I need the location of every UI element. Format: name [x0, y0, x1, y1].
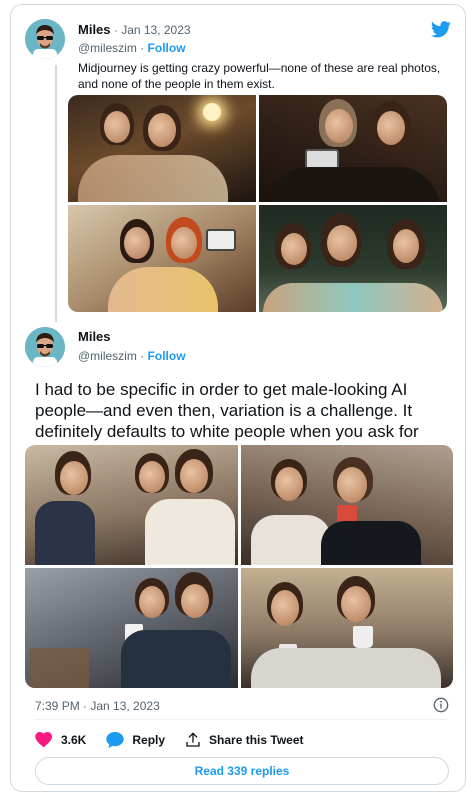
twitter-bird-icon[interactable] — [431, 21, 451, 38]
action-bar: 3.6K Reply Share this Tweet — [35, 729, 324, 751]
photo[interactable] — [25, 445, 238, 565]
reply-button[interactable]: Reply — [106, 732, 165, 748]
separator: · — [110, 23, 122, 37]
info-icon[interactable] — [433, 697, 449, 713]
tweet-card: Miles · Jan 13, 2023 @mileszim · Follow … — [10, 4, 466, 792]
photo[interactable] — [25, 568, 238, 688]
share-label: Share this Tweet — [209, 733, 304, 747]
heart-icon — [35, 732, 52, 748]
divider — [35, 719, 449, 720]
author-handle[interactable]: @mileszim — [78, 41, 137, 55]
photo[interactable] — [68, 205, 256, 312]
photo-grid — [25, 445, 453, 688]
author-name[interactable]: Miles — [78, 329, 111, 344]
tweet-text: Midjourney is getting crazy powerful—non… — [78, 61, 441, 91]
follow-button[interactable]: Follow — [148, 41, 186, 55]
follow-button[interactable]: Follow — [148, 349, 186, 363]
photo[interactable] — [259, 95, 447, 202]
photo[interactable] — [68, 95, 256, 202]
read-replies-button[interactable]: Read 339 replies — [35, 757, 449, 785]
share-icon — [186, 732, 200, 747]
photo[interactable] — [240, 568, 453, 688]
reply-label: Reply — [132, 733, 166, 747]
like-button[interactable]: 3.6K — [35, 732, 86, 748]
dot-separator: · — [136, 349, 148, 363]
tweet-date[interactable]: Jan 13, 2023 — [121, 23, 190, 37]
like-count: 3.6K — [61, 733, 87, 747]
thread-line — [55, 65, 57, 322]
photo-grid — [68, 95, 447, 312]
dot-separator: · — [136, 41, 148, 55]
tweet-timestamp[interactable]: 7:39 PM · Jan 13, 2023 — [35, 699, 160, 713]
avatar[interactable] — [25, 327, 65, 367]
photo[interactable] — [240, 445, 453, 565]
reply-bubble-icon — [106, 732, 125, 748]
avatar[interactable] — [25, 19, 65, 59]
share-button[interactable]: Share this Tweet — [185, 732, 304, 748]
author-handle[interactable]: @mileszim — [78, 349, 137, 363]
author-name[interactable]: Miles — [78, 22, 111, 37]
photo[interactable] — [259, 205, 447, 312]
